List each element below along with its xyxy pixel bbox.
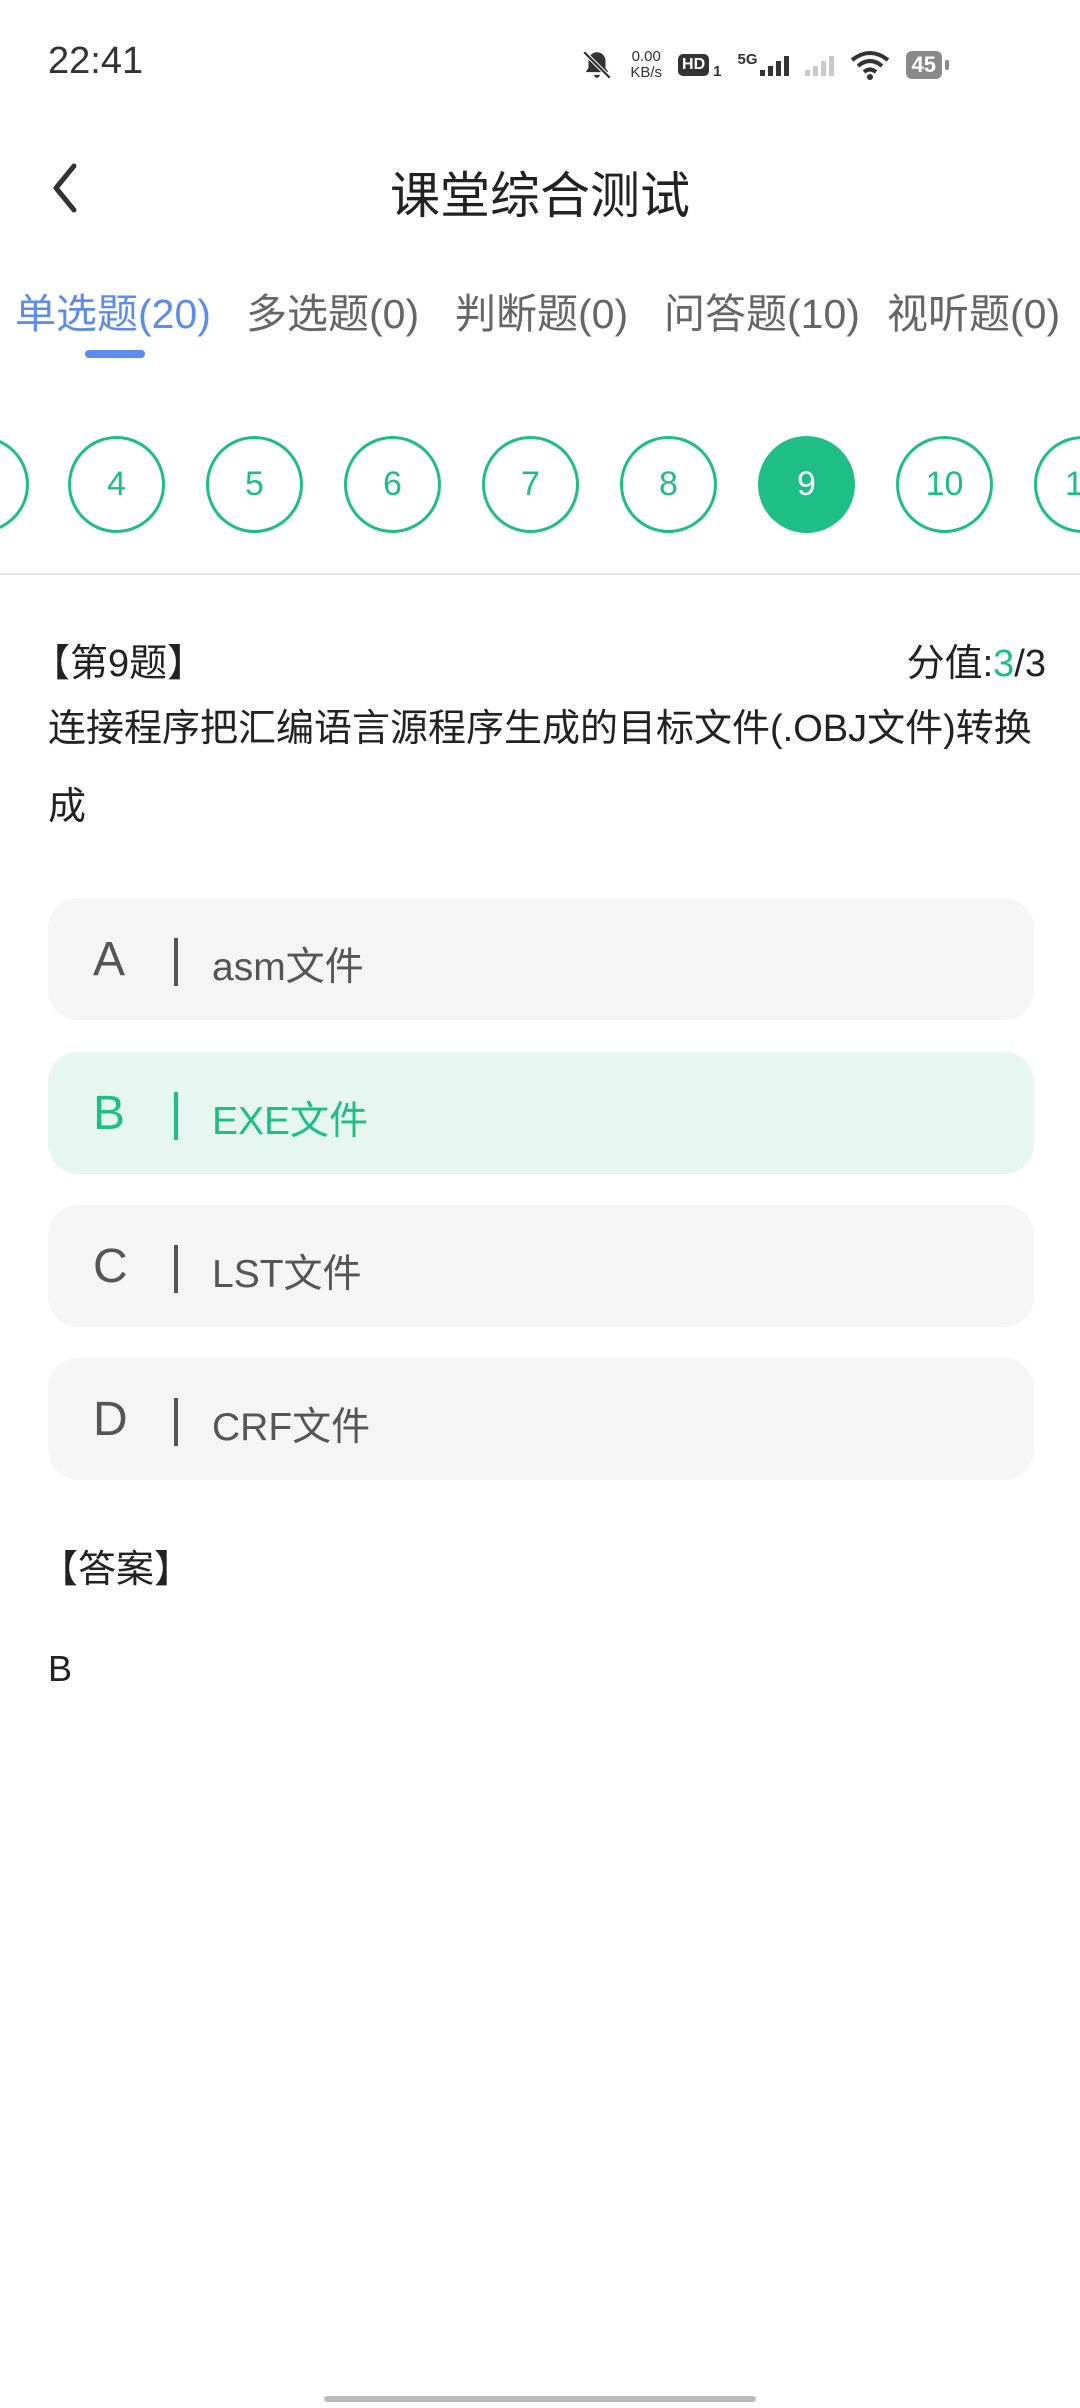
option-separator <box>174 1245 178 1293</box>
tab-multiple-choice[interactable]: 多选题(0) <box>246 280 419 340</box>
option-letter: B <box>93 1087 126 1140</box>
status-bar: 22:41 0.00 KB/s HD 1 5G 45 <box>0 0 1080 130</box>
hd-badge: HD <box>678 54 710 76</box>
score-obtained: 3 <box>993 643 1015 685</box>
wifi-icon <box>850 51 889 80</box>
option-text: CRF文件 <box>212 1406 371 1449</box>
question-number-button[interactable]: 8 <box>620 436 717 533</box>
signal-5g: 5G <box>737 51 789 76</box>
answer-value: B <box>48 1648 73 1689</box>
tab-indicator <box>85 350 145 358</box>
question-number-button[interactable]: 6 <box>344 436 441 533</box>
score-total: /3 <box>1014 643 1046 685</box>
question-number-button[interactable]: 3 <box>0 436 29 533</box>
option-text: LST文件 <box>212 1253 362 1296</box>
score-prefix: 分值: <box>906 643 994 685</box>
option-separator <box>174 938 178 986</box>
question-number-label: 【第9题】 <box>32 643 206 685</box>
divider <box>0 573 1080 575</box>
tab-audio-visual[interactable]: 视听题(0) <box>887 280 1060 340</box>
option-text: asm文件 <box>212 946 364 989</box>
option-c[interactable]: C LST文件 <box>48 1205 1034 1327</box>
hd-sub-label: 1 <box>713 62 722 80</box>
signal-secondary-icon <box>804 54 834 76</box>
status-icons: 0.00 KB/s HD 1 5G 45 <box>580 40 950 90</box>
option-b[interactable]: B EXE文件 <box>48 1052 1034 1174</box>
mute-icon <box>583 50 612 80</box>
option-letter: C <box>93 1240 128 1293</box>
option-d[interactable]: D CRF文件 <box>48 1358 1034 1480</box>
question-type-tabs: 单选题(20) 多选题(0) 判断题(0) 问答题(10) 视听题(0) <box>0 280 1080 370</box>
score-label: 分值:3/3 <box>907 632 1046 687</box>
question-number-button[interactable]: 4 <box>68 436 165 533</box>
battery-icon: 45 <box>905 51 950 79</box>
header: 课堂综合测试 <box>0 130 1080 250</box>
tab-short-answer[interactable]: 问答题(10) <box>664 280 860 340</box>
question-number-button[interactable]: 10 <box>896 436 993 533</box>
network-label: 5G <box>737 51 758 68</box>
question-number-button-current[interactable]: 9 <box>758 436 855 533</box>
option-letter: D <box>93 1393 128 1446</box>
quiz-page: 22:41 0.00 KB/s HD 1 5G 45 课堂综合测试 单选题(20… <box>0 0 1080 2408</box>
option-a[interactable]: A asm文件 <box>48 898 1034 1020</box>
home-indicator[interactable] <box>324 2396 756 2402</box>
question-number-button[interactable]: 7 <box>482 436 579 533</box>
question-number-button[interactable]: 11 <box>1034 436 1080 533</box>
net-speed-unit: KB/s <box>630 64 663 81</box>
question-number-button[interactable]: 5 <box>206 436 303 533</box>
tab-single-choice[interactable]: 单选题(20) <box>15 280 211 340</box>
net-speed-value: 0.00 <box>631 48 661 65</box>
option-separator <box>174 1092 178 1140</box>
tab-true-false[interactable]: 判断题(0) <box>455 280 628 340</box>
page-title: 课堂综合测试 <box>390 168 690 224</box>
question-text: 连接程序把汇编语言源程序生成的目标文件(.OBJ文件)转换成 <box>48 708 1032 828</box>
status-time: 22:41 <box>48 40 144 82</box>
answer-label: 【答案】 <box>40 1549 193 1591</box>
signal-icon <box>759 54 789 76</box>
net-speed: 0.00 KB/s <box>630 49 662 81</box>
question-number-strip[interactable]: 3 4 5 6 7 8 9 10 11 <box>0 436 1080 536</box>
option-separator <box>174 1398 178 1446</box>
option-letter: A <box>93 933 126 986</box>
option-text: EXE文件 <box>212 1100 369 1143</box>
